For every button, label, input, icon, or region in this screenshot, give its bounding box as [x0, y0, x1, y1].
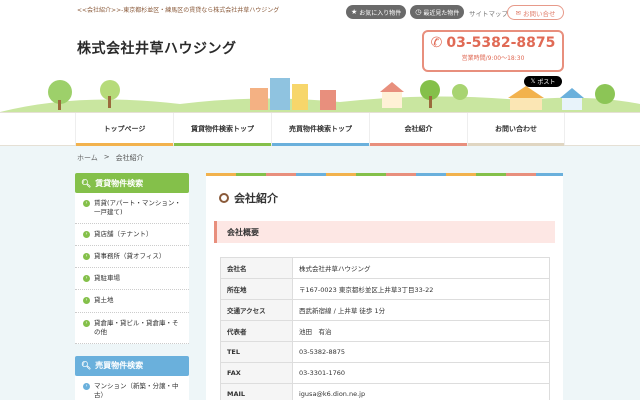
sidebar-link-label: マンション（新築・分譲・中古）	[94, 381, 179, 399]
search-icon: 🔍︎	[81, 361, 92, 371]
phone-box: ✆ 03-5382-8875 営業時間/9:00～18:30	[422, 30, 564, 72]
company-logo[interactable]: 株式会社井草ハウジング	[77, 38, 237, 58]
row-value: 池田 有治	[292, 320, 550, 342]
row-label: 所在地	[220, 278, 293, 300]
table-row: FAX 03-3301-1760	[220, 362, 550, 384]
sidebar-link[interactable]: › 貸事務所（貸オフィス）	[75, 246, 189, 269]
breadcrumb-current: 会社紹介	[115, 154, 144, 162]
company-info-table: 会社名 株式会社井草ハウジング 所在地 〒167-0023 東京都杉並区上井草3丁目3…	[220, 257, 550, 400]
sale-search-heading: 🔍︎ 売買物件検索	[75, 355, 189, 376]
nav-item-label: 会社紹介	[404, 125, 433, 133]
business-hours: 営業時間/9:00～18:30	[461, 55, 525, 62]
nav-item[interactable]: 売買物件検索トップ	[271, 113, 369, 146]
arrow-icon: ›	[83, 297, 90, 305]
breadcrumb-home[interactable]: ホーム	[77, 153, 98, 163]
arrow-icon: ›	[83, 231, 90, 239]
sidebar: 🔍︎ 賃貸物件検索 › 賃貸(アパート・マンション・一戸建て) › 貸店舗（テナント） ›…	[75, 173, 189, 400]
phone-number: 03-5382-8875	[446, 35, 556, 51]
row-value: 株式会社井草ハウジング	[292, 257, 550, 279]
clock-icon: ◷	[415, 8, 422, 16]
recent-button[interactable]: ◷ 最近見た物件	[410, 5, 465, 19]
sidebar-link[interactable]: › マンション（新築・分譲・中古）	[75, 376, 189, 400]
row-label: 会社名	[220, 257, 293, 279]
table-row: 会社名 株式会社井草ハウジング	[220, 257, 550, 279]
page-title: 会社紹介	[219, 190, 278, 206]
nav-item[interactable]: トップページ	[75, 113, 173, 146]
row-label: FAX	[220, 362, 293, 384]
star-icon: ★	[351, 8, 358, 16]
main-content: 会社紹介 会社概要 会社名 株式会社井草ハウジング 所在地 〒167-0023 東京都…	[206, 173, 563, 400]
section-heading: 会社概要	[214, 221, 555, 243]
site-tagline: <<会社紹介>>-東京都杉並区・練馬区の賃貸なら株式会社井草ハウジング	[77, 7, 280, 14]
sitemap-link[interactable]: サイトマップ	[469, 8, 508, 18]
arrow-icon: ›	[83, 200, 90, 207]
row-label: MAIL	[220, 383, 293, 400]
search-icon: 🔍︎	[81, 178, 92, 188]
sidebar-link-label: 賃貸(アパート・マンション・一戸建て)	[94, 199, 181, 217]
sidebar-link-label: 貸事務所（貸オフィス）	[94, 252, 166, 261]
sidebar-link-label: 貸駐車場	[94, 274, 120, 283]
row-value: igusa@k6.dion.ne.jp	[292, 383, 550, 400]
sidebar-link[interactable]: › 貸倉庫・貸ビル・貸倉庫・その他	[75, 313, 189, 344]
nav-item[interactable]: 会社紹介	[369, 113, 467, 146]
arrow-icon: ›	[83, 275, 90, 283]
sidebar-link-label: 貸倉庫・貸ビル・貸倉庫・その他	[94, 318, 179, 336]
nav-item-label: トップページ	[103, 125, 146, 133]
favorites-button[interactable]: ★ お気に入り物件	[346, 5, 407, 19]
sidebar-link[interactable]: › 貸店舗（テナント）	[75, 224, 189, 247]
arrow-icon: ›	[83, 253, 90, 261]
row-value: 西武新宿線 / 上井草 徒歩 1分	[292, 299, 550, 321]
top-bar: <<会社紹介>>-東京都杉並区・練馬区の賃貸なら株式会社井草ハウジング ★ お気に…	[0, 0, 640, 24]
nav-item[interactable]: お問い合わせ	[467, 113, 565, 146]
table-row: MAIL igusa@k6.dion.ne.jp	[220, 383, 550, 400]
row-label: TEL	[220, 341, 293, 363]
breadcrumb-separator: >	[103, 153, 110, 161]
arrow-icon: ›	[83, 319, 90, 327]
breadcrumb: ホーム > 会社紹介	[77, 153, 144, 163]
sidebar-link[interactable]: › 貸土地	[75, 290, 189, 313]
rent-search-heading: 🔍︎ 賃貸物件検索	[75, 173, 189, 193]
table-row: 代表者 池田 有治	[220, 320, 550, 342]
contact-button[interactable]: ✉ お問い合せ	[507, 5, 564, 20]
sidebar-link-label: 貸土地	[94, 296, 114, 305]
row-value: 03-3301-1760	[292, 362, 550, 384]
x-icon: 𝕏	[530, 78, 536, 85]
global-nav: トップページ 賃貸物件検索トップ 売買物件検索トップ 会社紹介 お問い合わせ	[0, 112, 640, 146]
color-stripe	[206, 173, 563, 176]
sidebar-link[interactable]: › 貸駐車場	[75, 268, 189, 291]
mail-icon: ✉	[515, 8, 521, 17]
table-row: 交通アクセス 西武新宿線 / 上井草 徒歩 1分	[220, 299, 550, 321]
row-label: 交通アクセス	[220, 299, 293, 321]
sidebar-link-label: 貸店舗（テナント）	[94, 230, 153, 239]
row-label: 代表者	[220, 320, 293, 342]
x-post-button[interactable]: 𝕏 ポスト	[524, 76, 562, 87]
sidebar-link[interactable]: › 賃貸(アパート・マンション・一戸建て)	[75, 193, 189, 225]
row-value: 03-5382-8875	[292, 341, 550, 363]
ring-icon	[219, 193, 229, 203]
nav-item-label: お問い合わせ	[495, 125, 537, 133]
phone-icon: ✆	[430, 35, 443, 51]
table-row: TEL 03-5382-8875	[220, 341, 550, 363]
nav-item[interactable]: 賃貸物件検索トップ	[173, 113, 271, 146]
header: 株式会社井草ハウジング ✆ 03-5382-8875 営業時間/9:00～18:3…	[0, 24, 640, 112]
row-value: 〒167-0023 東京都杉並区上井草3丁目33-22	[292, 278, 550, 300]
nav-item-label: 売買物件検索トップ	[289, 125, 352, 133]
arrow-icon: ›	[83, 382, 90, 390]
nav-item-label: 賃貸物件検索トップ	[191, 125, 254, 133]
table-row: 所在地 〒167-0023 東京都杉並区上井草3丁目33-22	[220, 278, 550, 300]
